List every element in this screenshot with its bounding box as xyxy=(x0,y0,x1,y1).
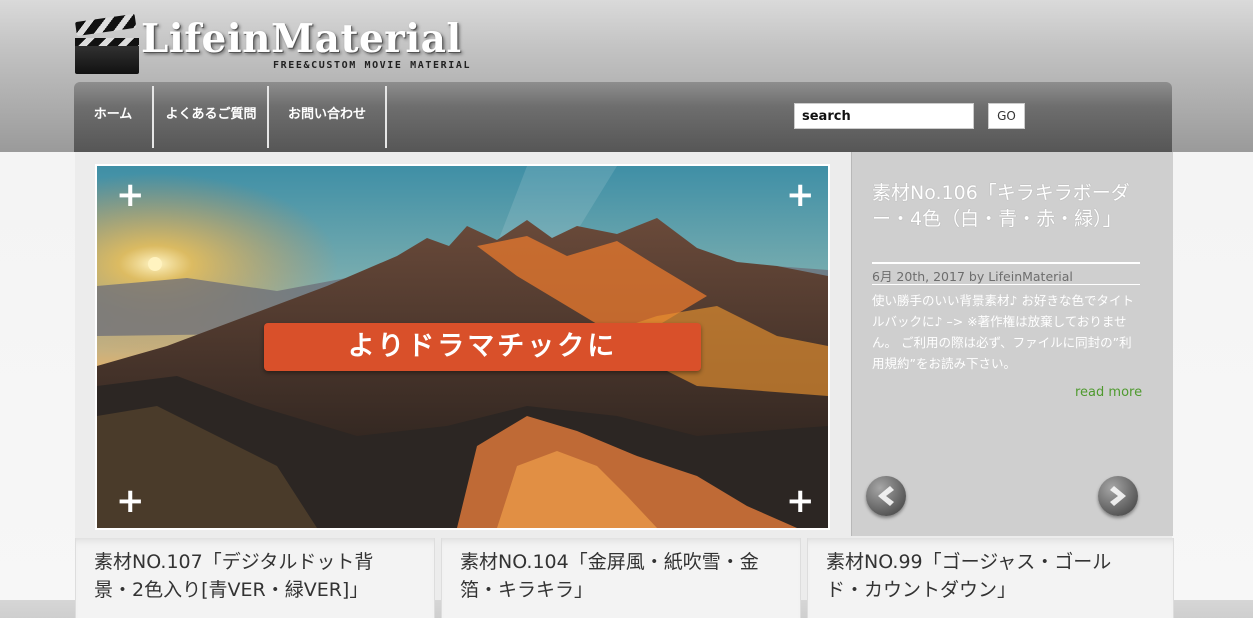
divider xyxy=(872,262,1140,264)
chevron-right-icon xyxy=(1110,486,1126,506)
clapperboard-icon xyxy=(75,13,139,74)
post-card-title[interactable]: 素材NO.107「デジタルドット背景・2色入り[青VER・緑VER]」 xyxy=(94,548,404,604)
post-card[interactable]: 素材NO.104「金屏風・紙吹雪・金箔・キラキラ」 xyxy=(441,538,801,618)
read-more-link[interactable]: read more xyxy=(1075,385,1142,400)
search-go-button[interactable]: GO xyxy=(988,103,1025,129)
search-input[interactable] xyxy=(794,103,974,129)
slider-banner: よりドラマチックに xyxy=(264,323,701,371)
post-card-title[interactable]: 素材NO.104「金屏風・紙吹雪・金箔・キラキラ」 xyxy=(460,548,770,604)
post-card[interactable]: 素材NO.107「デジタルドット背景・2色入り[青VER・緑VER]」 xyxy=(75,538,435,618)
post-card[interactable]: 素材NO.99「ゴージャス・ゴールド・カウントダウン」 xyxy=(807,538,1174,618)
logo-title: LifeinMaterial xyxy=(141,16,462,62)
corner-plus-icon: + xyxy=(786,481,815,521)
next-slide-button[interactable] xyxy=(1098,476,1138,516)
featured-post-meta: 6月 20th, 2017 by LifeinMaterial xyxy=(872,269,1073,284)
featured-post-excerpt: 使い勝手のいい背景素材♪ お好きな色でタイトルバックに♪ –> ※著作権は放棄し… xyxy=(872,293,1134,371)
main-navbar: ホーム よくあるご質問 お問い合わせ GO xyxy=(74,82,1172,152)
corner-plus-icon: + xyxy=(116,175,145,215)
prev-slide-button[interactable] xyxy=(866,476,906,516)
divider xyxy=(872,284,1140,285)
nav-item-home[interactable]: ホーム xyxy=(74,82,152,152)
logo-subtitle: FREE&CUSTOM MOVIE MATERIAL xyxy=(273,60,472,71)
featured-post-panel: 素材No.106「キラキラボーダー・4色（白・青・赤・緑）」 6月 20th, … xyxy=(851,152,1173,536)
corner-plus-icon: + xyxy=(786,175,815,215)
site-logo[interactable]: LifeinMaterial FREE&CUSTOM MOVIE MATERIA… xyxy=(75,13,495,76)
nav-item-faq[interactable]: よくあるご質問 xyxy=(154,82,268,152)
nav-divider xyxy=(385,86,387,148)
main-content: + + + + よりドラマチックに 素材No.106「キラキラボーダー・4色（白… xyxy=(75,152,1174,618)
featured-post-title[interactable]: 素材No.106「キラキラボーダー・4色（白・青・赤・緑）」 xyxy=(872,180,1142,232)
nav-item-contact[interactable]: お問い合わせ xyxy=(269,82,385,152)
chevron-left-icon xyxy=(878,486,894,506)
corner-plus-icon: + xyxy=(116,481,145,521)
post-card-title[interactable]: 素材NO.99「ゴージャス・ゴールド・カウントダウン」 xyxy=(826,548,1136,604)
slider-image[interactable]: + + + + よりドラマチックに xyxy=(97,166,828,528)
